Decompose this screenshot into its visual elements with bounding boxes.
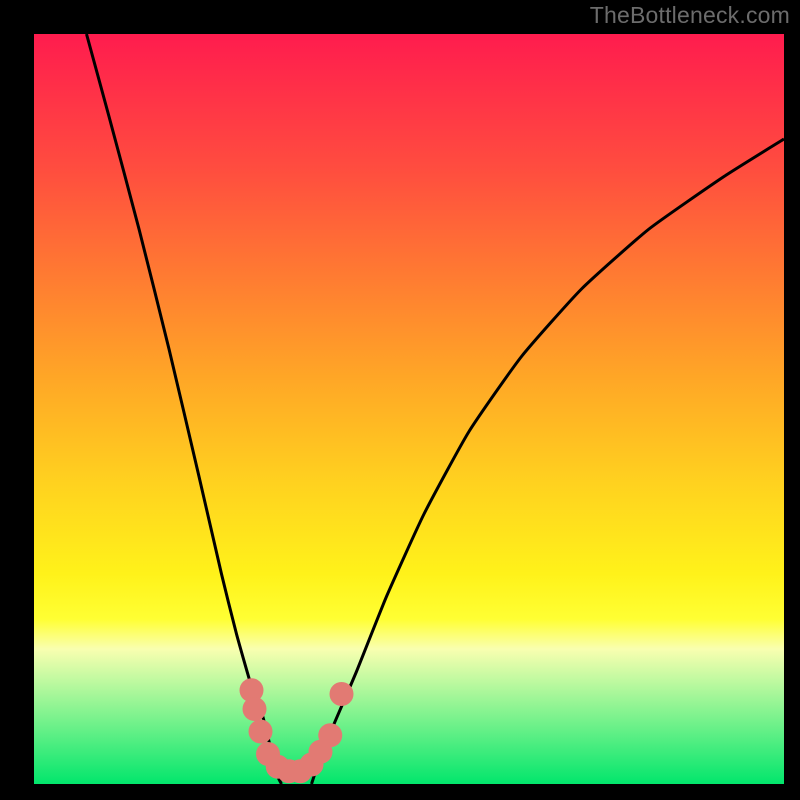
chart-frame: TheBottleneck.com xyxy=(0,0,800,800)
data-marker xyxy=(318,723,342,747)
left-curve xyxy=(87,34,282,784)
data-markers xyxy=(240,678,354,783)
chart-plot-area xyxy=(34,34,784,784)
watermark-text: TheBottleneck.com xyxy=(590,2,790,29)
curve-group xyxy=(87,34,785,784)
chart-svg xyxy=(34,34,784,784)
data-marker xyxy=(249,720,273,744)
data-marker xyxy=(330,682,354,706)
right-curve xyxy=(312,139,785,784)
data-marker xyxy=(243,697,267,721)
